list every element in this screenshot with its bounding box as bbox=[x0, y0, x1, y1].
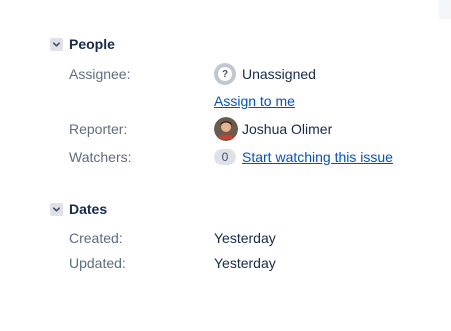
people-section-title: People bbox=[69, 36, 115, 52]
assign-to-me-link[interactable]: Assign to me bbox=[214, 93, 295, 109]
created-label: Created: bbox=[69, 230, 123, 246]
watchers-label: Watchers: bbox=[69, 149, 132, 165]
assignee-value[interactable]: ? Unassigned bbox=[214, 63, 316, 85]
watcher-count-badge[interactable]: 0 bbox=[214, 149, 236, 165]
dates-section-toggle[interactable]: Dates bbox=[50, 199, 107, 219]
watchers-value: 0 Start watching this issue bbox=[214, 149, 393, 165]
assignee-label: Assignee: bbox=[69, 66, 131, 82]
unassigned-avatar-icon: ? bbox=[214, 63, 236, 85]
reporter-name: Joshua Olimer bbox=[242, 121, 333, 137]
scrollbar-stub[interactable] bbox=[439, 0, 451, 19]
updated-label: Updated: bbox=[69, 255, 126, 271]
dates-section-title: Dates bbox=[69, 201, 108, 217]
created-value: Yesterday bbox=[214, 230, 276, 246]
updated-value: Yesterday bbox=[214, 255, 276, 271]
chevron-down-icon bbox=[50, 202, 63, 216]
start-watching-link[interactable]: Start watching this issue bbox=[242, 149, 393, 165]
people-section-toggle[interactable]: People bbox=[50, 34, 115, 54]
user-avatar bbox=[214, 117, 238, 141]
reporter-value[interactable]: Joshua Olimer bbox=[214, 117, 332, 141]
chevron-down-icon bbox=[50, 37, 63, 51]
assignee-name: Unassigned bbox=[242, 66, 316, 82]
reporter-label: Reporter: bbox=[69, 121, 128, 137]
